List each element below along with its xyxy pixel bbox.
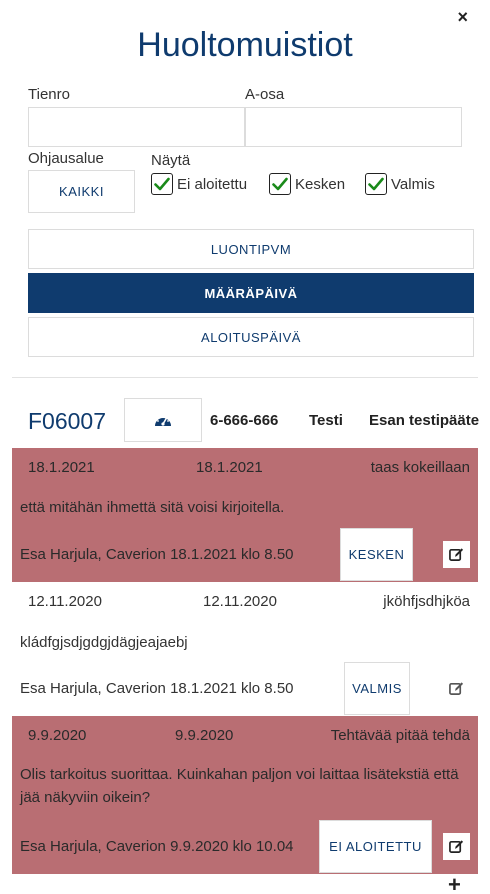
edit-icon [449, 548, 464, 561]
status-button[interactable]: VALMIS [344, 662, 410, 715]
note-date-created: 12.11.2020 [28, 593, 102, 610]
dashboard-button[interactable] [124, 398, 202, 442]
tienro-input[interactable] [28, 107, 245, 147]
dashboard-icon [155, 415, 171, 426]
checkbox-label: Kesken [295, 175, 346, 193]
note-meta: Esa Harjula, Caverion 18.1.2021 klo 8.50 [20, 680, 294, 697]
edit-icon [449, 840, 464, 853]
close-icon[interactable]: × [457, 8, 468, 26]
note-item: 18.1.2021 18.1.2021 taas kokeillaan että… [12, 448, 478, 582]
tienro-label: Tienro [28, 86, 70, 103]
nayta-label: Näytä [151, 152, 191, 169]
edit-button[interactable] [443, 675, 470, 702]
note-date-created: 18.1.2021 [28, 459, 95, 476]
checkbox-kesken[interactable]: Kesken [269, 173, 345, 195]
ohjausalue-button[interactable]: KAIKKI [28, 170, 135, 213]
sort-maarapaiva-button[interactable]: MÄÄRÄPÄIVÄ [28, 273, 474, 313]
divider [12, 377, 478, 378]
status-button[interactable]: KESKEN [340, 528, 413, 581]
device-header: F06007 6-666-666 Testi Esan testipääte [0, 398, 490, 444]
note-body: että mitähän ihmettä sitä voisi kirjoite… [20, 499, 285, 516]
device-id: F06007 [28, 408, 107, 434]
note-item: 9.9.2020 9.9.2020 Tehtävää pitää tehdä O… [12, 716, 478, 874]
edit-button[interactable] [443, 833, 470, 860]
aosa-input[interactable] [245, 107, 462, 147]
add-note-button[interactable]: + [448, 874, 461, 894]
note-date-created: 9.9.2020 [28, 727, 87, 744]
note-title: jköhfjsdhjköa [383, 593, 470, 610]
checkbox-label: Valmis [391, 175, 435, 193]
checkbox-label: Ei aloitettu [177, 175, 248, 193]
note-date-due: 9.9.2020 [175, 727, 234, 744]
note-title: taas kokeillaan [370, 459, 470, 476]
aosa-label: A-osa [245, 86, 285, 103]
checkmark-icon[interactable] [365, 173, 387, 195]
note-date-due: 18.1.2021 [196, 459, 263, 476]
note-body: kládfgjsdjgdgjdägjeajaebj [20, 634, 188, 651]
note-date-due: 12.11.2020 [203, 593, 277, 610]
note-meta: Esa Harjula, Caverion 18.1.2021 klo 8.50 [20, 546, 294, 563]
sort-aloituspaiva-button[interactable]: ALOITUSPÄIVÄ [28, 317, 474, 357]
note-body: Olis tarkoitus suorittaa. Kuinkahan palj… [20, 766, 459, 806]
checkmark-icon[interactable] [151, 173, 173, 195]
device-name: Testi [309, 412, 343, 429]
device-number: 6-666-666 [210, 412, 279, 429]
note-title: Tehtävää pitää tehdä [330, 727, 470, 744]
note-item: 12.11.2020 12.11.2020 jköhfjsdhjköa klád… [12, 582, 478, 716]
note-meta: Esa Harjula, Caverion 9.9.2020 klo 10.04 [20, 838, 294, 855]
dialog-title: Huoltomuistiot [137, 26, 353, 64]
checkmark-icon[interactable] [269, 173, 291, 195]
status-button[interactable]: EI ALOITETTU [319, 820, 432, 873]
checkbox-valmis[interactable]: Valmis [365, 173, 435, 195]
sort-luontipvm-button[interactable]: LUONTIPVM [28, 229, 474, 269]
checkbox-ei-aloitettu[interactable]: Ei aloitettu [151, 173, 247, 195]
ohjausalue-label: Ohjausalue [28, 150, 104, 167]
edit-icon [449, 682, 464, 695]
device-location: Esan testipääte [369, 412, 480, 429]
edit-button[interactable] [443, 541, 470, 568]
